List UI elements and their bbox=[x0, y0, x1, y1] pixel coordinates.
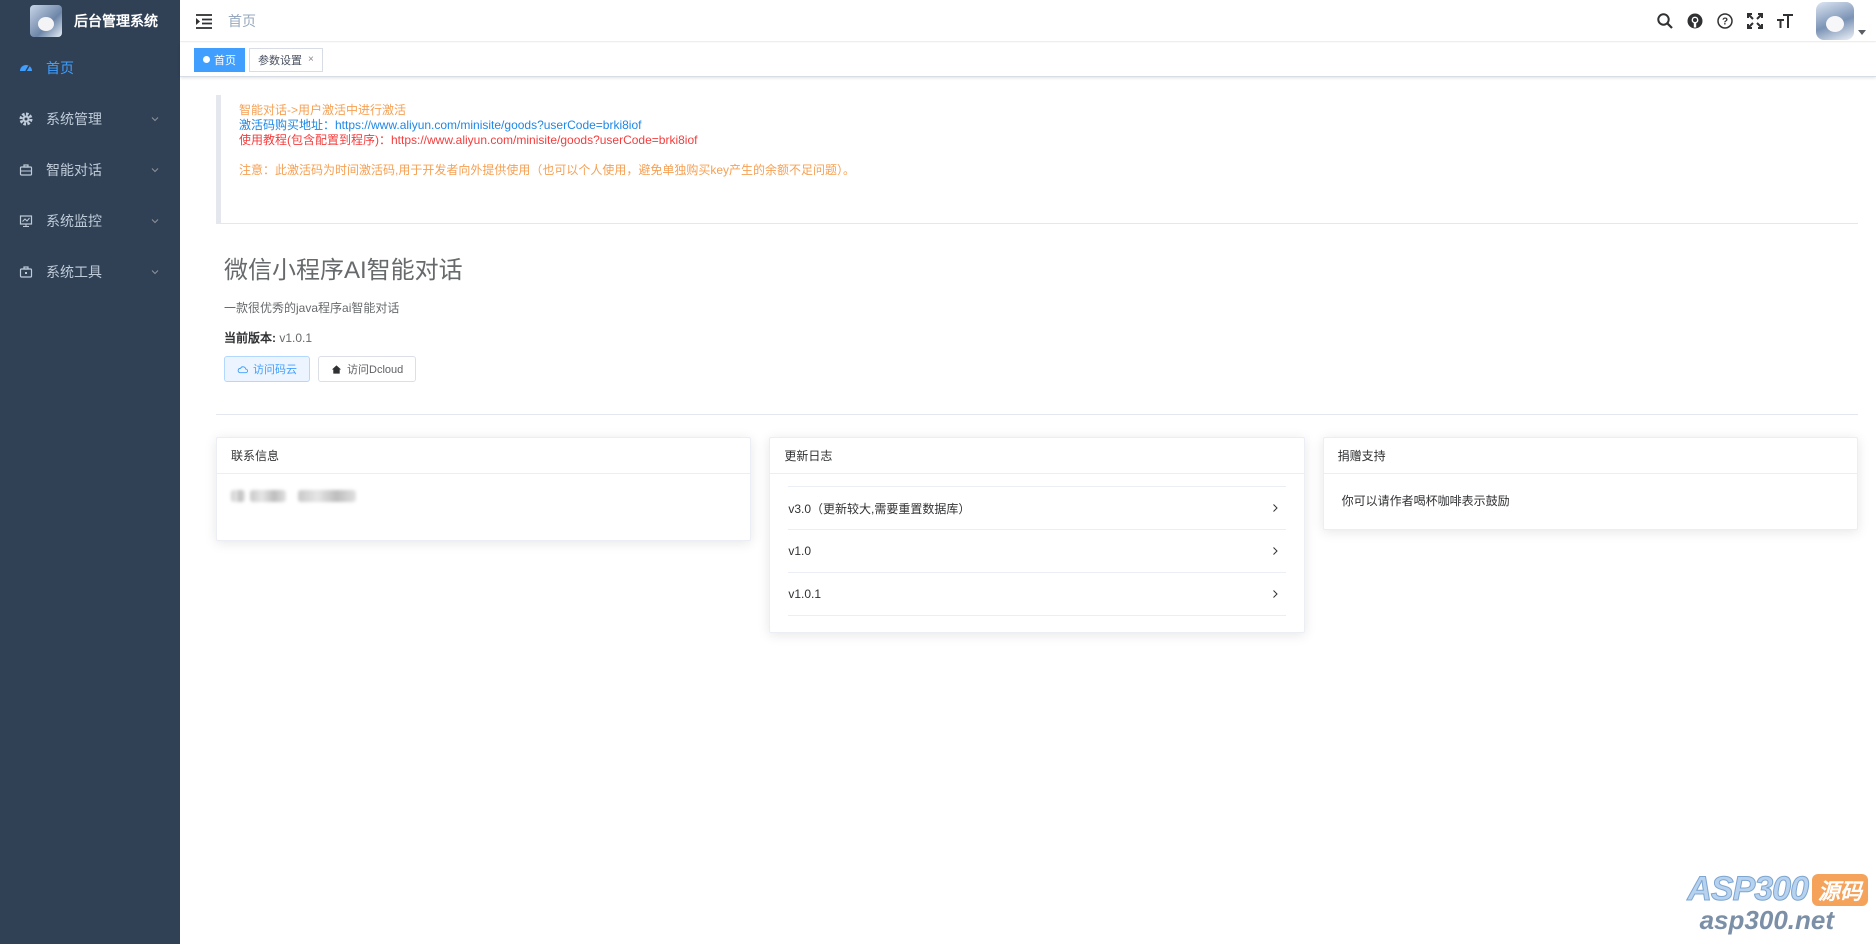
watermark: ASP300 源码 asp300.net bbox=[1687, 870, 1868, 936]
sidebar-item-system[interactable]: 系统管理 bbox=[0, 93, 180, 144]
chevron-down-icon bbox=[151, 218, 159, 223]
sidebar-item-label: 系统监控 bbox=[46, 212, 102, 229]
close-icon[interactable]: × bbox=[308, 54, 314, 65]
avatar[interactable] bbox=[1816, 2, 1854, 40]
tag-label: 首页 bbox=[214, 54, 236, 67]
sidebar-item-chat[interactable]: 智能对话 bbox=[0, 144, 180, 195]
page-title: 微信小程序AI智能对话 bbox=[224, 257, 463, 284]
divider bbox=[216, 223, 1858, 224]
font-size-icon[interactable] bbox=[1775, 11, 1795, 31]
toolbox-icon bbox=[18, 264, 34, 280]
button-label: 访问码云 bbox=[253, 364, 297, 376]
divider bbox=[216, 414, 1858, 415]
card-title: 联系信息 bbox=[217, 438, 751, 474]
home-icon bbox=[331, 364, 342, 374]
tag-home[interactable]: 首页 bbox=[194, 47, 245, 72]
notice-gap bbox=[239, 148, 1858, 163]
visit-dcloud-button[interactable]: 访问Dcloud bbox=[318, 356, 417, 382]
notice-line: 注意：此激活码为时间激活码,用于开发者向外提供使用（也可以个人使用，避免单独购买… bbox=[239, 163, 856, 177]
notice-link[interactable]: 激活码购买地址：https://www.aliyun.com/minisite/… bbox=[239, 118, 1858, 133]
changelog-item[interactable]: v1.0 bbox=[788, 530, 1286, 573]
notice-line: 智能对话->用户激活中进行激活 bbox=[239, 103, 407, 117]
notice-link[interactable]: 使用教程(包含配置到程序)：https://www.aliyun.com/min… bbox=[239, 133, 1858, 148]
svg-text:?: ? bbox=[1722, 17, 1728, 28]
chevron-right-icon bbox=[1272, 590, 1278, 598]
version-value: v1.0.1 bbox=[279, 331, 313, 345]
chevron-down-icon bbox=[151, 167, 159, 172]
changelog-card: 更新日志 v3.0（更新较大,需要重置数据库） v1.0 v1.0.1 bbox=[769, 437, 1305, 633]
menu-fold-icon[interactable] bbox=[194, 11, 214, 31]
sidebar-item-home[interactable]: 首页 bbox=[0, 42, 180, 93]
logo-image bbox=[30, 5, 62, 37]
sidebar-item-label: 智能对话 bbox=[46, 161, 102, 178]
redacted-contact bbox=[250, 489, 287, 502]
sidebar: 后台管理系统 首页 系统管理 智能对话 系统监控 系统工具 bbox=[0, 0, 180, 944]
cloud-icon bbox=[237, 365, 248, 373]
intro-desc: 一款很优秀的java程序ai智能对话 bbox=[224, 301, 400, 315]
gear-icon bbox=[18, 111, 34, 127]
monitor-icon bbox=[18, 213, 34, 229]
donate-card: 捐赠支持 你可以请作者喝杯咖啡表示鼓励 bbox=[1322, 437, 1858, 530]
chevron-right-icon bbox=[1272, 547, 1278, 555]
donate-text: 你可以请作者喝杯咖啡表示鼓励 bbox=[1341, 494, 1510, 508]
briefcase-icon bbox=[18, 162, 34, 178]
version-label: 当前版本: bbox=[224, 331, 276, 345]
caret-down-icon[interactable] bbox=[1858, 29, 1866, 35]
breadcrumb[interactable]: 首页 bbox=[228, 11, 256, 31]
github-icon[interactable] bbox=[1685, 11, 1705, 31]
card-body: 你可以请作者喝杯咖啡表示鼓励 bbox=[1324, 474, 1857, 529]
intro-buttons: 访问码云 访问Dcloud bbox=[224, 356, 1858, 382]
card-title: 更新日志 bbox=[770, 438, 1304, 474]
redacted-contact bbox=[297, 489, 356, 502]
sidebar-item-monitor[interactable]: 系统监控 bbox=[0, 195, 180, 246]
changelog-item-label: v3.0（更新较大,需要重置数据库） bbox=[788, 501, 971, 516]
logo[interactable]: 后台管理系统 bbox=[0, 0, 180, 42]
notice-block: 智能对话->用户激活中进行激活 激活码购买地址：https://www.aliy… bbox=[216, 95, 1858, 223]
sidebar-item-tools[interactable]: 系统工具 bbox=[0, 246, 180, 297]
main-content: 智能对话->用户激活中进行激活 激活码购买地址：https://www.aliy… bbox=[180, 78, 1876, 944]
button-label: 访问Dcloud bbox=[347, 364, 404, 376]
active-dot-icon bbox=[203, 56, 210, 63]
tags-view: 首页 参数设置 × bbox=[180, 43, 1876, 77]
app-title: 后台管理系统 bbox=[74, 13, 158, 29]
dashboard-icon bbox=[18, 60, 34, 76]
watermark-brand: ASP300 bbox=[1687, 870, 1810, 909]
search-icon[interactable] bbox=[1655, 11, 1675, 31]
chevron-down-icon bbox=[151, 116, 159, 121]
visit-gitee-button[interactable]: 访问码云 bbox=[224, 356, 310, 382]
intro-section: 微信小程序AI智能对话 一款很优秀的java程序ai智能对话 当前版本: v1.… bbox=[198, 250, 1858, 382]
sidebar-item-label: 系统管理 bbox=[46, 110, 102, 127]
watermark-top: ASP300 源码 bbox=[1687, 870, 1868, 909]
user-icon bbox=[231, 489, 245, 502]
sidebar-item-label: 首页 bbox=[46, 59, 74, 76]
chevron-right-icon bbox=[1272, 504, 1278, 512]
changelog-item-label: v1.0 bbox=[788, 544, 812, 558]
tag-label: 参数设置 bbox=[258, 54, 302, 67]
card-title: 捐赠支持 bbox=[1323, 438, 1857, 474]
help-icon[interactable]: ? bbox=[1715, 11, 1735, 31]
cards-row: 联系信息 更新日志 v3.0（更新较大,需要重置数据库） v1.0 v1.0.1… bbox=[216, 437, 1858, 633]
navbar-actions: ? bbox=[1650, 0, 1866, 42]
sidebar-item-label: 系统工具 bbox=[46, 263, 102, 280]
card-body bbox=[217, 474, 750, 540]
watermark-tag: 源码 bbox=[1811, 873, 1868, 906]
chevron-down-icon bbox=[151, 269, 159, 274]
fullscreen-icon[interactable] bbox=[1745, 11, 1765, 31]
navbar: 首页 ? bbox=[180, 0, 1876, 42]
tag-params[interactable]: 参数设置 × bbox=[249, 47, 323, 72]
changelog-list: v3.0（更新较大,需要重置数据库） v1.0 v1.0.1 bbox=[788, 486, 1286, 616]
changelog-item[interactable]: v1.0.1 bbox=[788, 573, 1286, 616]
watermark-url: asp300.net bbox=[1699, 905, 1834, 935]
changelog-item-label: v1.0.1 bbox=[788, 587, 822, 601]
changelog-item[interactable]: v3.0（更新较大,需要重置数据库） bbox=[788, 487, 1286, 530]
version-info: 当前版本: v1.0.1 bbox=[224, 329, 1858, 346]
contact-card: 联系信息 bbox=[216, 437, 752, 541]
card-body: v3.0（更新较大,需要重置数据库） v1.0 v1.0.1 bbox=[770, 474, 1303, 632]
